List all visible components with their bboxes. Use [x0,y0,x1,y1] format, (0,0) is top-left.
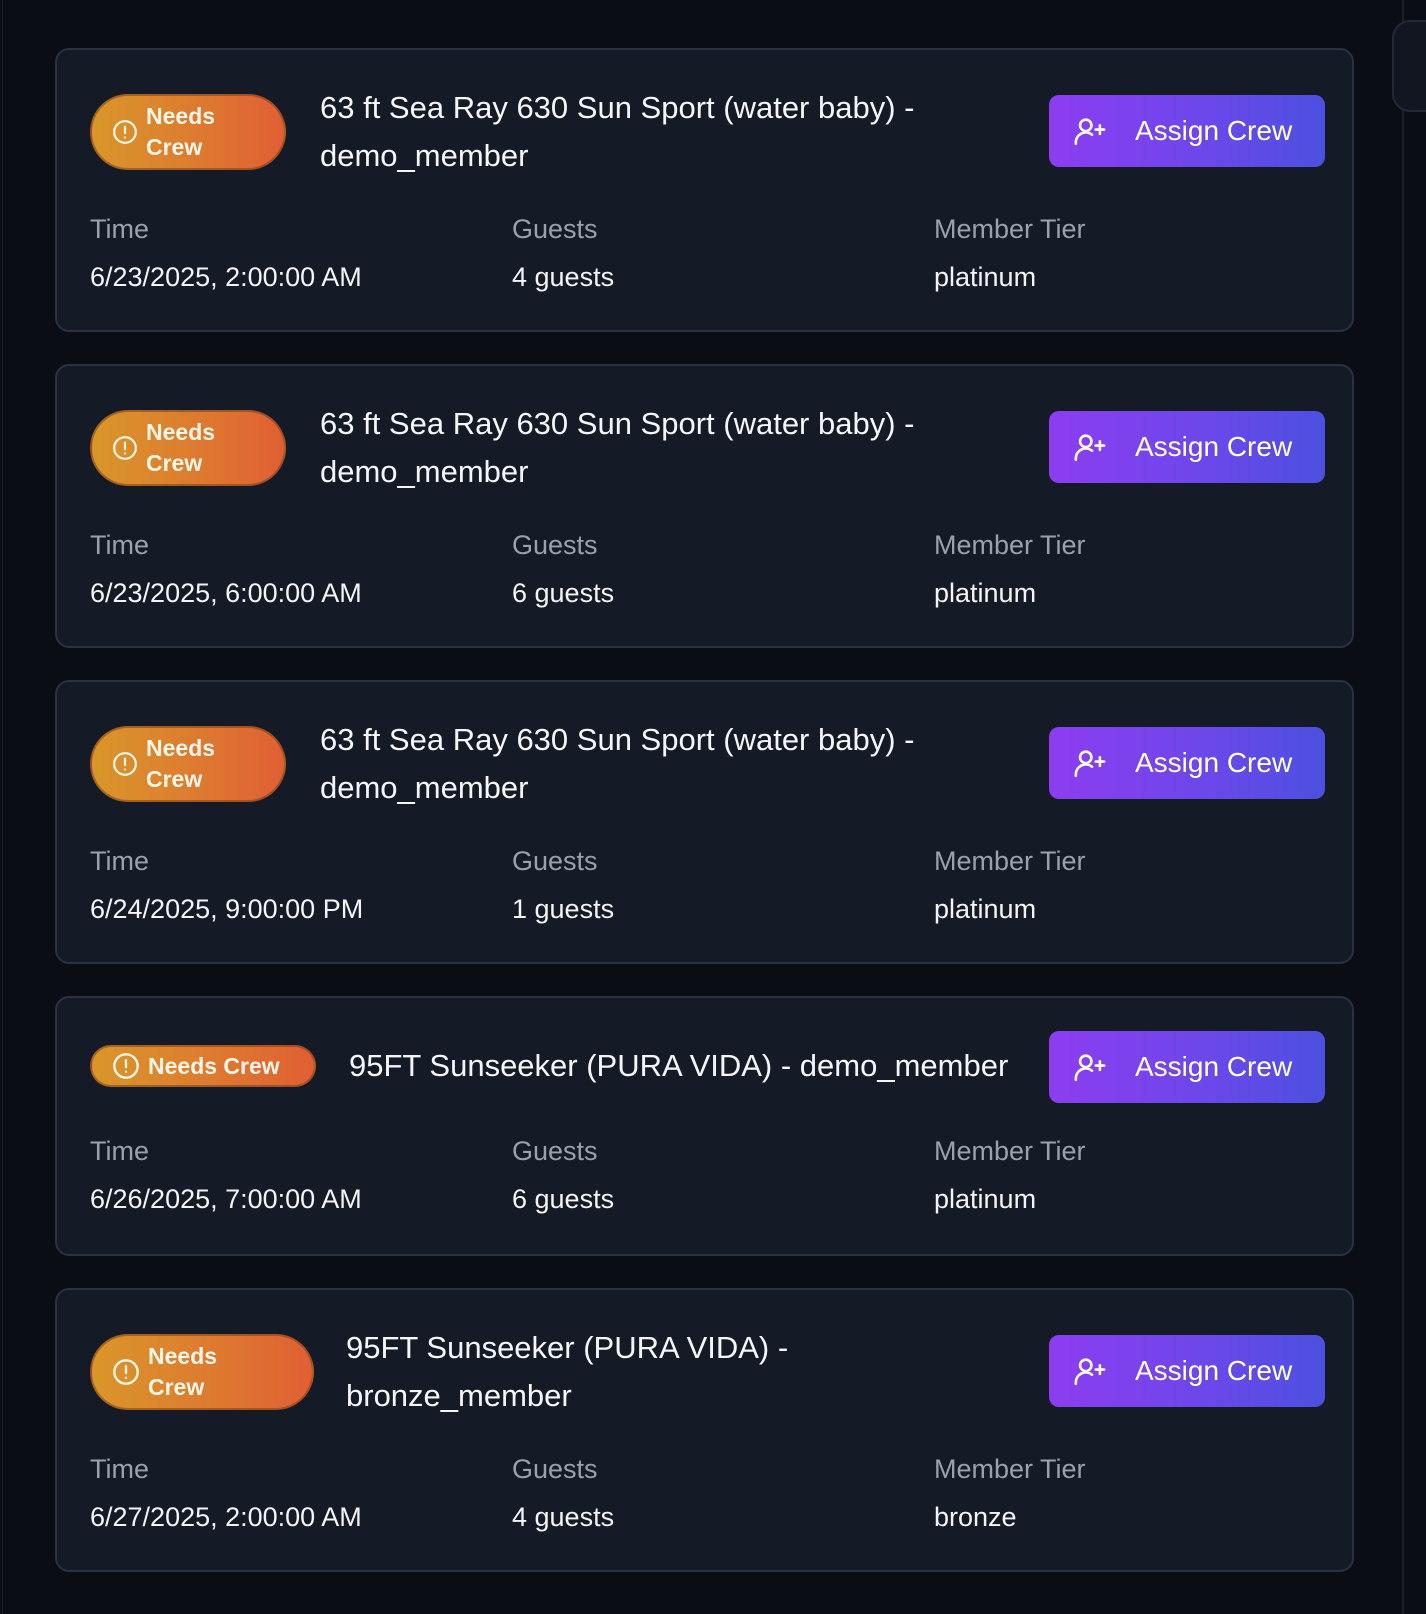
app-frame: Needs Crew 63 ft Sea Ray 630 Sun Sport (… [0,0,1426,1614]
needs-crew-badge: Needs Crew [90,410,286,486]
booking-title: 95FT Sunseeker (PURA VIDA) - demo_member [349,1048,1009,1083]
booking-title: 63 ft Sea Ray 630 Sun Sport (water baby)… [320,406,915,489]
assign-crew-button[interactable]: Assign Crew [1049,1335,1325,1407]
guests-value: 6 guests [512,578,615,608]
member-tier-label: Member Tier [934,846,1086,876]
time-label: Time [90,530,149,560]
user-plus-icon [1074,750,1106,778]
badge-label: Needs Crew [146,419,216,476]
assign-crew-label: Assign Crew [1135,1051,1293,1082]
guests-label: Guests [512,214,598,244]
member-tier-label: Member Tier [934,214,1086,244]
needs-crew-badge: Needs Crew [90,726,286,802]
time-value: 6/27/2025, 2:00:00 AM [90,1502,362,1532]
user-plus-icon [1074,1054,1106,1082]
member-tier-value: platinum [934,578,1037,608]
alert-circle-icon [113,436,137,460]
booking-title: 63 ft Sea Ray 630 Sun Sport (water baby)… [320,722,915,805]
alert-circle-icon [113,1359,139,1385]
guests-value: 1 guests [512,894,615,924]
member-tier-label: Member Tier [934,1454,1086,1484]
panel-divider [1402,0,1404,1614]
time-value: 6/24/2025, 9:00:00 PM [90,894,364,924]
member-tier-value: platinum [934,262,1037,292]
assign-crew-button[interactable]: Assign Crew [1049,95,1325,167]
time-label: Time [90,214,149,244]
guests-label: Guests [512,846,598,876]
member-tier-value: bronze [934,1502,1017,1532]
time-label: Time [90,1454,149,1484]
assign-crew-label: Assign Crew [1135,115,1293,146]
needs-crew-badge: Needs Crew [90,1045,316,1087]
booking-card: Needs Crew 95FT Sunseeker (PURA VIDA) - … [55,1288,1354,1572]
guests-label: Guests [512,530,598,560]
assign-crew-button[interactable]: Assign Crew [1049,727,1325,799]
assign-crew-button[interactable]: Assign Crew [1049,1031,1325,1103]
badge-label: Needs Crew [146,103,216,160]
guests-value: 4 guests [512,1502,615,1532]
alert-circle-icon [113,752,137,776]
assign-crew-label: Assign Crew [1135,1355,1293,1386]
badge-label: Needs Crew [146,735,216,792]
alert-circle-icon [113,1053,139,1079]
booking-title: 63 ft Sea Ray 630 Sun Sport (water baby)… [320,90,915,173]
badge-label: Needs Crew [148,1343,218,1400]
alert-circle-icon [113,120,137,144]
time-label: Time [90,1136,149,1166]
member-tier-value: platinum [934,1184,1037,1214]
user-plus-icon [1074,1358,1106,1386]
time-value: 6/23/2025, 2:00:00 AM [90,262,362,292]
time-value: 6/26/2025, 7:00:00 AM [90,1184,362,1214]
bookings-panel: Needs Crew 63 ft Sea Ray 630 Sun Sport (… [2,0,1403,1614]
user-plus-icon [1074,118,1106,146]
member-tier-label: Member Tier [934,530,1086,560]
side-panel-tab[interactable] [1392,20,1426,112]
time-label: Time [90,846,149,876]
assign-crew-label: Assign Crew [1135,747,1293,778]
badge-label: Needs Crew [148,1052,280,1079]
time-value: 6/23/2025, 6:00:00 AM [90,578,362,608]
booking-card: Needs Crew 95FT Sunseeker (PURA VIDA) - … [55,996,1354,1256]
booking-title: 95FT Sunseeker (PURA VIDA) - bronze_memb… [346,1330,789,1413]
member-tier-value: platinum [934,894,1037,924]
assign-crew-label: Assign Crew [1135,431,1293,462]
guests-value: 6 guests [512,1184,615,1214]
guests-label: Guests [512,1136,598,1166]
guests-label: Guests [512,1454,598,1484]
guests-value: 4 guests [512,262,615,292]
booking-card: Needs Crew 63 ft Sea Ray 630 Sun Sport (… [55,680,1354,964]
booking-card: Needs Crew 63 ft Sea Ray 630 Sun Sport (… [55,364,1354,648]
member-tier-label: Member Tier [934,1136,1086,1166]
needs-crew-badge: Needs Crew [90,1334,314,1410]
booking-card: Needs Crew 63 ft Sea Ray 630 Sun Sport (… [55,48,1354,332]
assign-crew-button[interactable]: Assign Crew [1049,411,1325,483]
needs-crew-badge: Needs Crew [90,94,286,170]
user-plus-icon [1074,434,1106,462]
